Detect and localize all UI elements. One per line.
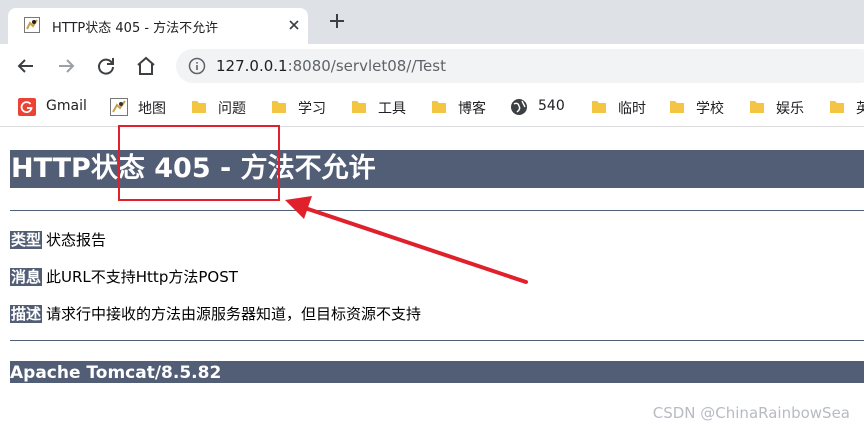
- message-row: 消息 此URL不支持Http方法POST: [10, 266, 238, 287]
- folder-icon: [670, 101, 684, 113]
- divider: [10, 340, 864, 341]
- bookmark-folder-study[interactable]: 学习: [270, 97, 336, 117]
- new-tab-icon[interactable]: [326, 10, 348, 32]
- divider: [10, 210, 864, 211]
- url-path: :8080/servlet08//Test: [287, 57, 446, 75]
- info-icon[interactable]: [188, 57, 206, 75]
- bookmark-label: 问题: [218, 101, 246, 117]
- message-label: 消息: [10, 268, 43, 286]
- url-text[interactable]: 127.0.0.1:8080/servlet08//Test: [216, 57, 446, 75]
- bookmark-folder-entertainment[interactable]: 娱乐: [748, 97, 814, 117]
- watermark: CSDN @ChinaRainbowSea: [652, 404, 850, 422]
- message-value: 此URL不支持Http方法POST: [46, 268, 238, 286]
- description-row: 描述 请求行中接收的方法由源服务器知道，但目标资源不支持: [10, 303, 421, 324]
- active-tab[interactable]: HTTP状态 405 - 方法不允许: [8, 8, 308, 44]
- bookmark-label: Gmail: [46, 98, 87, 114]
- bookmark-folder-english[interactable]: 英: [828, 97, 864, 117]
- folder-icon: [592, 101, 606, 113]
- annotation-highlight-box: [118, 125, 280, 201]
- browser-toolbar: 127.0.0.1:8080/servlet08//Test: [0, 44, 864, 88]
- bookmark-gmail[interactable]: Gmail: [18, 97, 98, 117]
- folder-icon: [192, 101, 206, 113]
- bookmark-folder-school[interactable]: 学校: [668, 97, 734, 117]
- type-label: 类型: [10, 231, 43, 249]
- bookmark-label: 学校: [696, 101, 724, 117]
- bookmark-label: 540: [538, 98, 565, 114]
- bookmark-label: 英: [856, 98, 864, 118]
- bookmark-label: 学习: [298, 101, 326, 117]
- tab-strip: HTTP状态 405 - 方法不允许: [0, 0, 864, 44]
- bookmarks-bar: Gmail 地图 问题 学习 工具 博客 540 临时 学校 娱乐: [0, 88, 864, 127]
- back-icon[interactable]: [14, 54, 38, 78]
- bookmark-label: 工具: [378, 101, 406, 117]
- bookmark-540[interactable]: 540: [510, 97, 576, 117]
- globe-icon: [511, 99, 527, 115]
- reload-icon[interactable]: [94, 54, 118, 78]
- tab-title: HTTP状态 405 - 方法不允许: [52, 21, 219, 36]
- gmail-icon: [18, 98, 36, 116]
- close-tab-icon[interactable]: [284, 15, 304, 35]
- home-icon[interactable]: [134, 54, 158, 78]
- bookmark-folder-questions[interactable]: 问题: [190, 97, 256, 117]
- server-footer: Apache Tomcat/8.5.82: [10, 361, 864, 383]
- description-value: 请求行中接收的方法由源服务器知道，但目标资源不支持: [46, 305, 422, 323]
- folder-icon: [352, 101, 366, 113]
- bookmark-map[interactable]: 地图: [110, 97, 174, 117]
- folder-icon: [432, 101, 446, 113]
- bookmark-label: 博客: [458, 101, 486, 117]
- folder-icon: [830, 101, 844, 113]
- description-label: 描述: [10, 305, 43, 323]
- url-host: 127.0.0.1: [216, 57, 288, 75]
- bookmark-label: 娱乐: [776, 101, 804, 117]
- forward-icon[interactable]: [54, 54, 78, 78]
- bookmark-folder-temp[interactable]: 临时: [590, 97, 656, 117]
- folder-icon: [750, 101, 764, 113]
- tomcat-icon: [24, 17, 40, 33]
- folder-icon: [272, 101, 286, 113]
- type-row: 类型 状态报告: [10, 229, 106, 250]
- map-icon: [110, 98, 128, 116]
- server-version: Apache Tomcat/8.5.82: [10, 363, 222, 383]
- bookmark-label: 地图: [138, 101, 166, 117]
- type-value: 状态报告: [46, 231, 107, 249]
- address-bar[interactable]: 127.0.0.1:8080/servlet08//Test: [176, 49, 864, 83]
- bookmark-label: 临时: [618, 101, 646, 117]
- bookmark-folder-blog[interactable]: 博客: [430, 97, 496, 117]
- bookmark-folder-tools[interactable]: 工具: [350, 97, 416, 117]
